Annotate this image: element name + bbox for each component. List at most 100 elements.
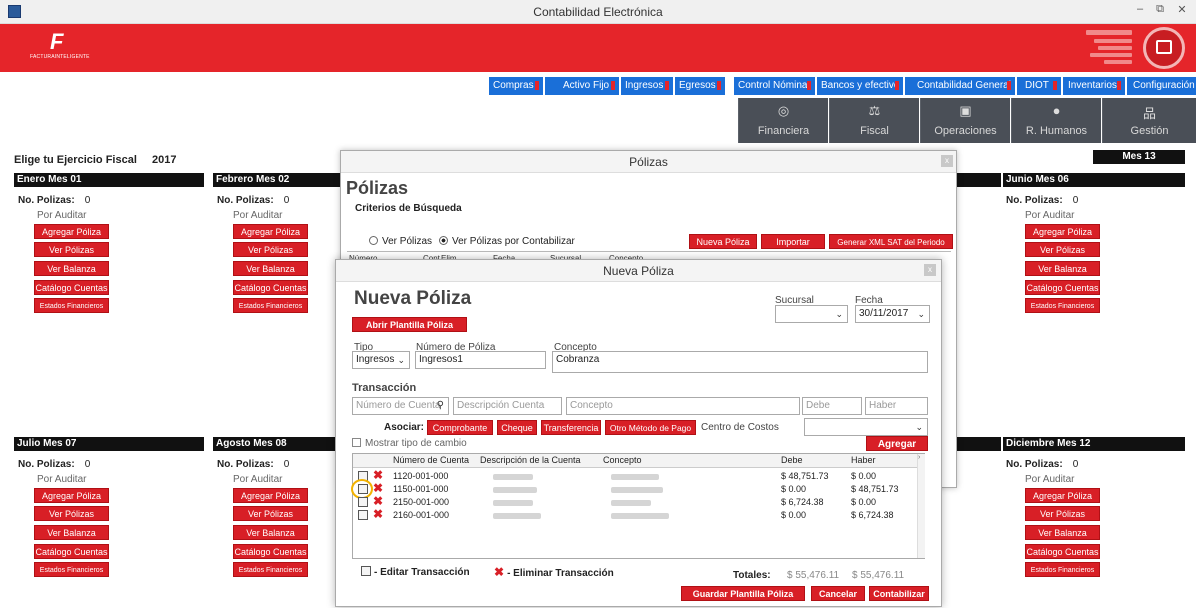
nav-activo-fijo[interactable]: Activo Fijo (545, 77, 619, 95)
delete-icon[interactable]: ✖ (373, 508, 383, 520)
importar-button[interactable]: Importar (761, 234, 825, 249)
nav-egresos[interactable]: Egresos (675, 77, 725, 95)
month-header-12: Diciembre Mes 12 (1003, 437, 1185, 451)
ver-polizas-button-12[interactable]: Ver Pólizas (1025, 506, 1100, 521)
estados-financieros-button-06[interactable]: Estados Financieros (1025, 298, 1100, 313)
edit-icon[interactable] (358, 497, 368, 507)
concepto-transaccion-input[interactable]: Concepto (566, 397, 800, 415)
status-07: Por Auditar (37, 474, 87, 485)
haber-input[interactable]: Haber (865, 397, 928, 415)
agregar-poliza-button-07[interactable]: Agregar Póliza (34, 488, 109, 503)
estados-financieros-button-12[interactable]: Estados Financieros (1025, 562, 1100, 577)
nav-diot[interactable]: DIOT (1017, 77, 1061, 95)
nav-contabilidad-general[interactable]: Contabilidad General (905, 77, 1015, 95)
cat-gestion[interactable]: 品 Gestión (1102, 98, 1196, 143)
maximize-button[interactable]: ⧉ (1150, 3, 1170, 19)
ver-balanza-button-06[interactable]: Ver Balanza (1025, 261, 1100, 276)
month-header-08: Agosto Mes 08 (213, 437, 335, 451)
user-avatar[interactable] (1143, 27, 1185, 69)
nav-ingresos[interactable]: Ingresos (621, 77, 673, 95)
tipo-select[interactable]: Ingresos ⌄ (352, 351, 410, 369)
minimize-button[interactable]: – (1130, 3, 1150, 19)
centro-costos-select[interactable]: ⌄ (804, 418, 928, 436)
cat-fiscal[interactable]: ⚖ Fiscal (829, 98, 919, 143)
agregar-poliza-button-08[interactable]: Agregar Póliza (233, 488, 308, 503)
ver-polizas-button-07[interactable]: Ver Pólizas (34, 506, 109, 521)
numero-cuenta-input[interactable]: Número de Cuenta ⚲ (352, 397, 449, 415)
mostrar-tipo-cambio-checkbox[interactable]: Mostrar tipo de cambio (352, 438, 467, 449)
cheque-button[interactable]: Cheque (497, 420, 537, 435)
ver-polizas-button-06[interactable]: Ver Pólizas (1025, 242, 1100, 257)
fiscal-year-value[interactable]: 2017 (152, 154, 176, 166)
cancelar-button[interactable]: Cancelar (811, 586, 865, 601)
polizas-close-button[interactable]: x (941, 155, 953, 167)
grid-header: Número de Cuenta Descripción de la Cuent… (353, 454, 924, 468)
nav-inventarios[interactable]: Inventarios (1063, 77, 1125, 95)
nav-bancos[interactable]: Bancos y efectivo (817, 77, 903, 95)
edit-icon[interactable] (358, 510, 368, 520)
polizas-count-12: No. Polizas: 0 (1006, 459, 1079, 470)
catalogo-cuentas-button-08[interactable]: Catálogo Cuentas (233, 544, 308, 559)
mes13-header[interactable]: Mes 13 (1093, 150, 1185, 164)
ver-polizas-button-02[interactable]: Ver Pólizas (233, 242, 308, 257)
window-title: Contabilidad Electrónica (533, 5, 663, 19)
nueva-poliza-close-button[interactable]: x (924, 264, 936, 276)
person-icon: ● (1052, 103, 1061, 118)
ver-balanza-button-12[interactable]: Ver Balanza (1025, 525, 1100, 540)
polizas-count-06: No. Polizas: 0 (1006, 195, 1079, 206)
scales-icon: ⚖ (868, 103, 881, 118)
radio-ver-por-contabilizar[interactable]: Ver Pólizas por Contabilizar (439, 236, 575, 247)
cat-recursos-humanos[interactable]: ● R. Humanos (1011, 98, 1101, 143)
ver-polizas-button-01[interactable]: Ver Pólizas (34, 242, 109, 257)
fecha-picker[interactable]: 30/11/2017 ⌄ (855, 305, 930, 323)
sucursal-select[interactable]: ⌄ (775, 305, 848, 323)
estados-financieros-button-02[interactable]: Estados Financieros (233, 298, 308, 313)
nueva-poliza-button[interactable]: Nueva Póliza (689, 234, 757, 249)
concepto-input[interactable]: Cobranza (552, 351, 928, 373)
ver-balanza-button-01[interactable]: Ver Balanza (34, 261, 109, 276)
descripcion-cuenta-input[interactable]: Descripción Cuenta (453, 397, 562, 415)
nav-control-nomina[interactable]: Control Nómina (734, 77, 815, 95)
abrir-plantilla-button[interactable]: Abrir Plantilla Póliza (352, 317, 467, 332)
ver-balanza-button-07[interactable]: Ver Balanza (34, 525, 109, 540)
agregar-poliza-button-02[interactable]: Agregar Póliza (233, 224, 308, 239)
comprobante-button[interactable]: Comprobante (427, 420, 493, 435)
nav-configuracion[interactable]: Configuración (1127, 77, 1196, 95)
radio-ver-polizas[interactable]: Ver Pólizas (369, 236, 432, 247)
delete-icon[interactable]: ✖ (373, 495, 383, 507)
ver-balanza-button-02[interactable]: Ver Balanza (233, 261, 308, 276)
estados-financieros-button-01[interactable]: Estados Financieros (34, 298, 109, 313)
transacciones-grid: Número de Cuenta Descripción de la Cuent… (351, 453, 925, 559)
catalogo-cuentas-button-07[interactable]: Catálogo Cuentas (34, 544, 109, 559)
table-row[interactable]: ✖ 2150-001-000 $ 6,724.38 $ 0.00 (353, 495, 924, 508)
cat-financiera[interactable]: ◎ Financiera (738, 98, 828, 143)
table-row[interactable]: ✖ 1150-001-000 $ 0.00 $ 48,751.73 (351, 479, 924, 499)
agregar-poliza-button-06[interactable]: Agregar Póliza (1025, 224, 1100, 239)
chevron-down-icon: ⌄ (397, 355, 405, 365)
agregar-poliza-button-01[interactable]: Agregar Póliza (34, 224, 109, 239)
agregar-poliza-button-12[interactable]: Agregar Póliza (1025, 488, 1100, 503)
transferencia-button[interactable]: Transferencia (541, 420, 601, 435)
contabilizar-button[interactable]: Contabilizar (869, 586, 929, 601)
nav-compras[interactable]: Compras (489, 77, 543, 95)
catalogo-cuentas-button-06[interactable]: Catálogo Cuentas (1025, 280, 1100, 295)
guardar-plantilla-button[interactable]: Guardar Plantilla Póliza (681, 586, 805, 601)
catalogo-cuentas-button-12[interactable]: Catálogo Cuentas (1025, 544, 1100, 559)
numero-poliza-input[interactable]: Ingresos1 (415, 351, 546, 369)
generar-xml-button[interactable]: Generar XML SAT del Periodo (829, 234, 953, 249)
estados-financieros-button-08[interactable]: Estados Financieros (233, 562, 308, 577)
catalogo-cuentas-button-02[interactable]: Catálogo Cuentas (233, 280, 308, 295)
delete-icon[interactable]: ✖ (373, 469, 383, 481)
estados-financieros-button-07[interactable]: Estados Financieros (34, 562, 109, 577)
debe-input[interactable]: Debe (802, 397, 862, 415)
close-button[interactable]: ✕ (1172, 3, 1192, 19)
table-row[interactable]: ✖ 2160-001-000 $ 0.00 $ 6,724.38 (353, 508, 924, 521)
catalogo-cuentas-button-01[interactable]: Catálogo Cuentas (34, 280, 109, 295)
otro-metodo-pago-button[interactable]: Otro Método de Pago (605, 420, 696, 435)
ver-polizas-button-08[interactable]: Ver Pólizas (233, 506, 308, 521)
agregar-transaccion-button[interactable]: Agregar (866, 436, 928, 451)
table-row[interactable]: ✖ 1120-001-000 $ 48,751.73 $ 0.00 (353, 469, 924, 482)
cat-operaciones[interactable]: ▣ Operaciones (920, 98, 1010, 143)
ver-balanza-button-08[interactable]: Ver Balanza (233, 525, 308, 540)
delete-icon[interactable]: ✖ (373, 482, 383, 494)
